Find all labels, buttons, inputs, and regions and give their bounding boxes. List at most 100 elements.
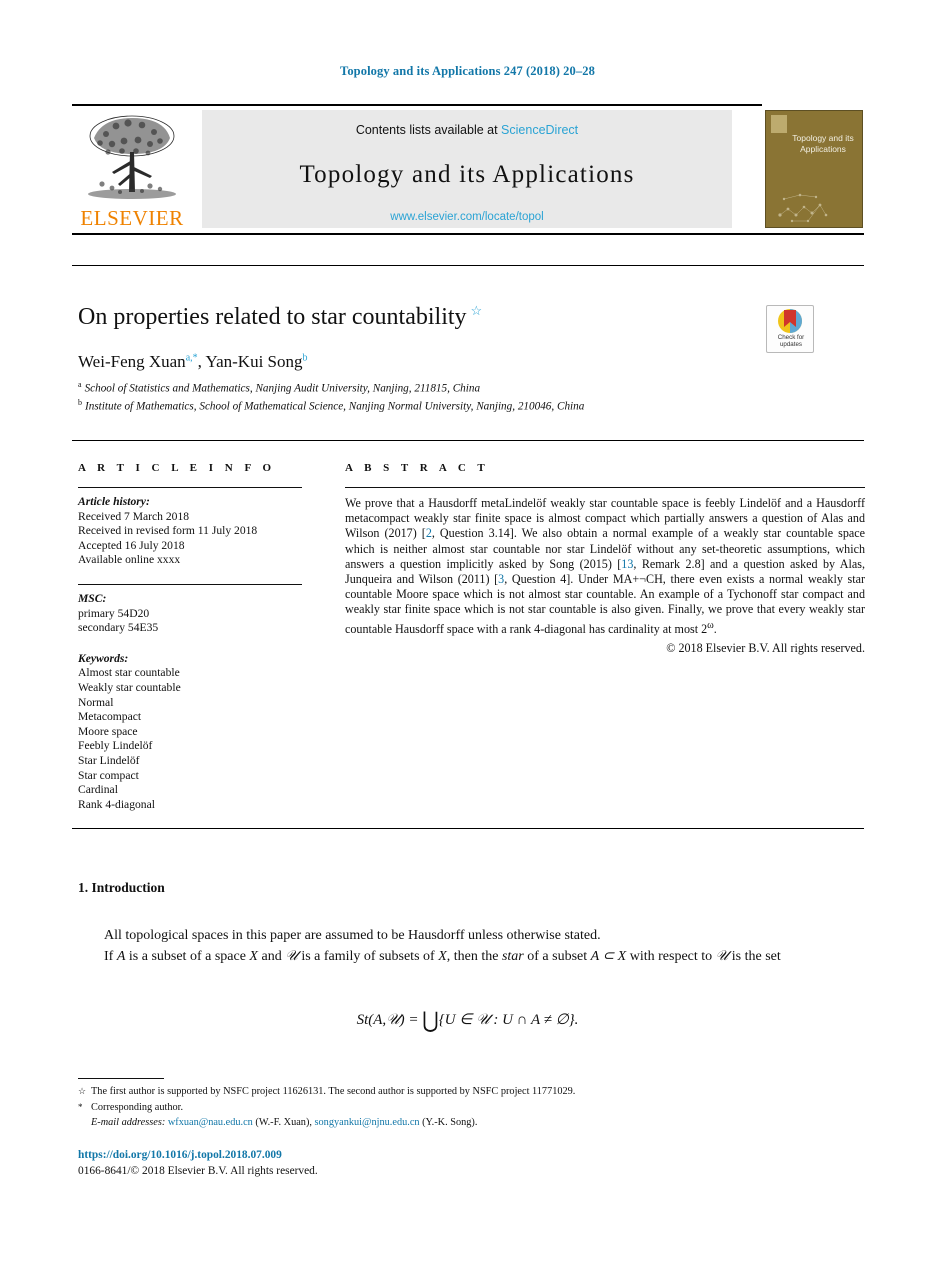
footnote-corresponding: * Corresponding author. (78, 1100, 864, 1116)
msc-group: MSC: primary 54D20 secondary 54E35 (78, 592, 310, 636)
affiliation-a-text: School of Statistics and Mathematics, Na… (84, 382, 481, 395)
cover-artwork (778, 193, 828, 223)
section-number: 1. (78, 880, 89, 895)
introduction-body: All topological spaces in this paper are… (78, 925, 864, 967)
title-footnote-marker[interactable]: ☆ (471, 303, 483, 318)
keyword-item: Feebly Lindelöf (78, 739, 153, 753)
p2-subset-relation: A ⊂ X (590, 949, 627, 964)
cover-title-text: Topology and its Applications (792, 133, 854, 154)
abstract-bottom-rule (72, 828, 864, 829)
display-equation-star: St(A,𝒰) = ⋃{U ∈ 𝒰 : U ∩ A ≠ ∅}. (0, 1008, 935, 1033)
keyword-item: Almost star countable (78, 666, 180, 680)
abstract-omega-exponent: ω (707, 619, 714, 631)
msc-rule (78, 583, 302, 585)
keyword-item: Normal (78, 695, 114, 709)
author-list: Wei-Feng Xuana,*, Yan-Kui Songb (78, 352, 308, 371)
p2-var-U: 𝒰 (285, 949, 298, 964)
footnote-funding-text: The first author is supported by NSFC pr… (91, 1086, 576, 1097)
masthead-bottom-rule (72, 233, 864, 235)
paragraph-2: If A is a subset of a space X and 𝒰 is a… (78, 946, 864, 967)
footnote-separator-rule (78, 1078, 164, 1079)
keyword-item: Rank 4-diagonal (78, 797, 155, 811)
footer-identifiers: https://doi.org/10.1016/j.topol.2018.07.… (78, 1148, 318, 1179)
journal-homepage-link[interactable]: www.elsevier.com/locate/topol (202, 211, 732, 223)
email-owner-1: (W.-F. Xuan), (255, 1117, 312, 1128)
email-link-1[interactable]: wfxuan@nau.edu.cn (168, 1117, 253, 1128)
elsevier-logo: ELSEVIER (72, 110, 192, 230)
author-2: Yan-Kui Song (205, 352, 303, 371)
msc-item: secondary 54E35 (78, 621, 159, 635)
p2-var-X2: X (438, 949, 447, 964)
abstract-rule (345, 487, 865, 488)
crossmark-label: Check for updates (767, 334, 815, 348)
info-separator-rule (72, 440, 864, 441)
affiliation-b: b Institute of Mathematics, School of Mat… (78, 396, 718, 414)
history-item: Available online xxxx (78, 553, 181, 567)
affiliation-a-marker: a (78, 380, 82, 389)
history-item: Accepted 16 July 2018 (78, 538, 185, 552)
affiliation-a: a School of Statistics and Mathematics, N… (78, 378, 718, 396)
equation-lhs: St(A,𝒰) = (356, 1012, 419, 1028)
section-title: Introduction (91, 880, 165, 895)
abstract-column: A B S T R A C T We prove that a Hausdorf… (345, 462, 865, 656)
article-info-heading: A R T I C L E I N F O (78, 462, 276, 474)
paragraph-1: All topological spaces in this paper are… (104, 928, 601, 943)
email-owner-2: (Y.-K. Song). (422, 1117, 478, 1128)
affiliation-list: a School of Statistics and Mathematics, N… (78, 378, 718, 414)
footnote-asterisk-marker: * (78, 1101, 83, 1112)
keyword-item: Star Lindelöf (78, 753, 140, 767)
crossmark-badge[interactable]: Check for updates (766, 305, 814, 353)
cover-elsevier-mark (771, 115, 787, 133)
paper-title-text: On properties related to star countabili… (78, 304, 467, 330)
affiliation-b-marker: b (78, 398, 82, 408)
author-2-affiliation-marker[interactable]: b (303, 352, 308, 363)
journal-title: Topology and its Applications (299, 161, 635, 188)
issn-copyright-line: 0166-8641/© 2018 Elsevier B.V. All right… (78, 1164, 318, 1177)
keywords-group: Keywords: Almost star countable Weakly s… (78, 652, 310, 813)
msc-title: MSC: (78, 591, 107, 605)
keyword-item: Metacompact (78, 710, 142, 724)
p2-var-X: X (249, 949, 258, 964)
p2-seg-g: with respect to (626, 949, 716, 964)
history-item: Received in revised form 11 July 2018 (78, 524, 258, 538)
footnote-corresponding-text: Corresponding author. (91, 1101, 184, 1113)
author-1: Wei-Feng Xuan (78, 352, 186, 371)
abstract-text: We prove that a Hausdorff metaLindelöf w… (345, 496, 865, 637)
elsevier-wordmark: ELSEVIER (80, 206, 184, 230)
running-head: Topology and its Applications 247 (2018)… (340, 64, 595, 78)
doi-link[interactable]: https://doi.org/10.1016/j.topol.2018.07.… (78, 1148, 318, 1164)
sciencedirect-link[interactable]: ScienceDirect (501, 123, 578, 137)
msc-item: primary 54D20 (78, 606, 150, 620)
footnote-emails: E-mail addresses: wfxuan@nau.edu.cn (W.-… (78, 1115, 864, 1131)
article-info-rule (78, 487, 302, 488)
equation-bigcup-symbol: ⋃ (422, 1008, 439, 1034)
paper-page: Topology and its Applications 247 (2018)… (0, 0, 935, 1266)
keywords-title: Keywords: (78, 651, 129, 665)
email-link-2[interactable]: songyankui@njnu.edu.cn (315, 1117, 420, 1128)
page-title: On properties related to star countabili… (78, 296, 718, 332)
abstract-reference-13[interactable]: 13 (621, 557, 633, 571)
journal-masthead: ELSEVIER Contents lists available at Sci… (72, 104, 864, 235)
p2-seg-f: of a subset (523, 949, 591, 964)
contents-available-line: Contents lists available at ScienceDirec… (202, 123, 732, 137)
keyword-item: Star compact (78, 768, 139, 782)
article-history-title: Article history: (78, 495, 150, 508)
author-1-affiliation-marker[interactable]: a,* (186, 352, 198, 363)
p2-seg-d: is a family of subsets of (297, 949, 439, 964)
crossmark-line1: Check for (777, 334, 805, 341)
equation-rhs: {U ∈ 𝒰 : U ∩ A ≠ ∅}. (438, 1012, 579, 1028)
footnote-funding: ☆ The first author is supported by NSFC p… (78, 1084, 864, 1100)
p2-seg-b: is a subset of a space (125, 949, 250, 964)
keyword-item: Weakly star countable (78, 680, 181, 694)
p2-seg-c: and (257, 949, 286, 964)
keyword-item: Moore space (78, 724, 138, 738)
abstract-part-5: . (713, 621, 717, 636)
journal-cover-thumbnail: Topology and its Applications (765, 110, 863, 228)
article-history-group: Article history: Received 7 March 2018 R… (78, 495, 310, 568)
title-separator-rule (72, 265, 864, 266)
p2-seg-a: If (104, 949, 117, 964)
abstract-heading: A B S T R A C T (345, 462, 490, 474)
masthead-banner: Contents lists available at ScienceDirec… (202, 110, 732, 228)
affiliation-b-text: Institute of Mathematics, School of Math… (85, 400, 585, 413)
email-addresses-label: E-mail addresses: (91, 1117, 166, 1128)
